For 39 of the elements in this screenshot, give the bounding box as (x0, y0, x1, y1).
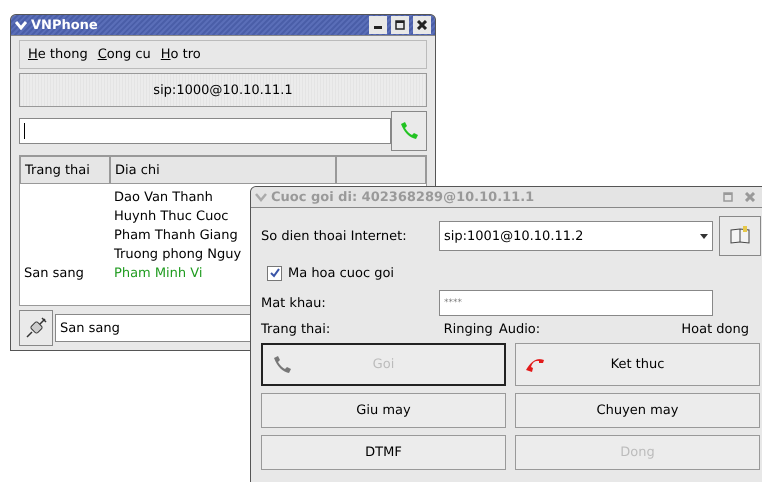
hangup-button[interactable]: Ket thuc (515, 343, 760, 386)
window-title: VNPhone (31, 18, 99, 32)
table-cell-text: Huynh Thuc Cuoc (113, 209, 230, 224)
table-cell-text: Pham Minh Vi (113, 266, 204, 281)
phone-label: So dien thoai Internet: (261, 228, 408, 244)
maximize-icon[interactable] (391, 16, 409, 34)
table-cell-text: Pham Thanh Giang (113, 228, 239, 243)
audio-value: Hoat dong (681, 322, 749, 337)
window-title: Cuoc goi di: 402368289@10.10.11.1 (271, 190, 536, 204)
table-cell-text: San sang (23, 266, 85, 281)
table-cell-text: Truong phong Nguy (113, 247, 242, 262)
call-button[interactable] (391, 111, 427, 151)
dropdown-icon[interactable] (700, 232, 708, 240)
column-header[interactable]: Trang thai (20, 156, 110, 184)
plug-icon (24, 316, 48, 340)
connection-button[interactable] (19, 310, 53, 346)
phone-icon (271, 354, 293, 376)
password-field[interactable]: **** (439, 290, 713, 316)
password-label: Mat khau: (261, 296, 327, 310)
menu-item[interactable]: He thong (28, 47, 88, 62)
minimize-icon[interactable] (369, 16, 387, 34)
dial-field[interactable] (19, 118, 391, 144)
encrypt-label: Ma hoa cuoc goi (288, 266, 394, 280)
action-button[interactable]: Giu may (261, 393, 506, 428)
table-cell-text: Dao Van Thanh (113, 190, 214, 205)
status-label: Trang thai: (261, 322, 332, 337)
action-button[interactable]: Chuyen may (515, 393, 760, 428)
menu-item[interactable]: Ho tro (160, 47, 201, 62)
column-header[interactable]: Dia chi (110, 156, 336, 184)
status-value: Ringing (444, 322, 493, 337)
menu-item[interactable]: Cong cu (98, 47, 151, 62)
phone-combo[interactable]: sip:1001@10.10.11.2 (439, 221, 713, 251)
action-button[interactable]: DTMF (261, 435, 506, 470)
close-icon[interactable] (413, 16, 431, 34)
phone-icon (398, 120, 420, 142)
account-button[interactable]: sip:1000@10.10.11.1 (19, 73, 427, 107)
audio-label: Audio: (498, 322, 542, 337)
address-book-button[interactable] (719, 216, 761, 256)
encrypt-checkbox[interactable] (267, 266, 282, 280)
